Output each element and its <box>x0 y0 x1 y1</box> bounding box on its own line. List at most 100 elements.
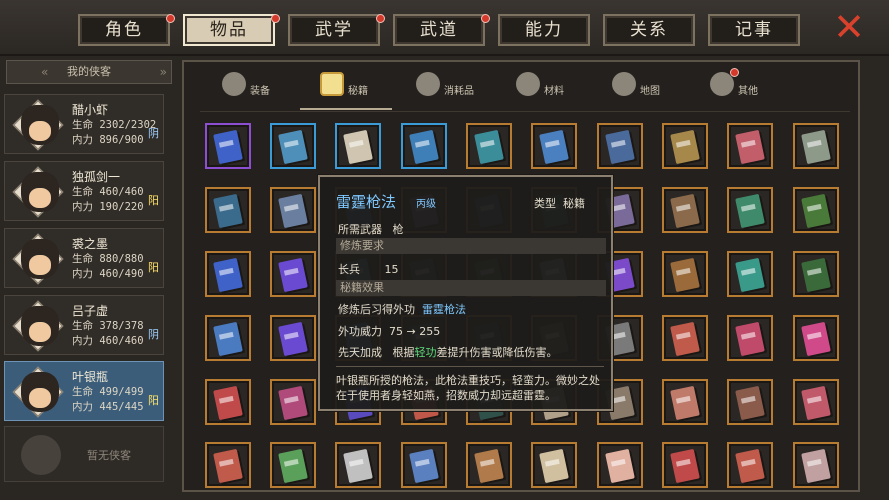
tab-martial-arts[interactable]: 武学 <box>288 14 385 46</box>
manual-book-icon <box>605 448 635 484</box>
hero-affinity: 阳 <box>148 394 159 407</box>
inventory-slot[interactable] <box>793 187 839 233</box>
manual-book-icon <box>213 448 243 484</box>
avatar <box>21 105 59 145</box>
manual-book-icon <box>213 193 243 229</box>
hero-mp: 内力 445/445 <box>72 401 144 413</box>
type-value: 秘籍 <box>563 197 585 210</box>
hero-affinity: 阳 <box>148 261 159 274</box>
tooltip-type: 类型 秘籍 <box>534 195 585 211</box>
inventory-slot[interactable] <box>793 251 839 297</box>
weapon-row: 所需武器 枪 <box>338 221 404 237</box>
inventory-slot[interactable] <box>205 442 251 488</box>
power-value: 75 → 255 <box>389 325 441 338</box>
empty-hero-slot: 暂无侠客 <box>4 426 164 482</box>
manual-book-icon <box>801 193 831 229</box>
tab-journal[interactable]: 记事 <box>708 14 800 46</box>
hero-card-selected[interactable]: 叶银瓶 生命 499/499 内力 445/445 阳 <box>4 361 164 421</box>
inventory-slot[interactable] <box>597 442 643 488</box>
type-label: 类型 <box>534 197 556 210</box>
subtab-label: 消耗品 <box>444 86 474 97</box>
inventory-slot[interactable] <box>531 123 577 169</box>
manual-book-icon <box>670 257 700 293</box>
inventory-slot[interactable] <box>270 187 316 233</box>
manual-book-icon <box>801 321 831 357</box>
hero-card[interactable]: 独孤剑一 生命 460/460 内力 190/220 阳 <box>4 161 164 221</box>
inventory-slot[interactable] <box>727 251 773 297</box>
manual-book-icon <box>670 129 700 165</box>
inventory-slot[interactable] <box>727 379 773 425</box>
inventory-slot[interactable] <box>335 123 381 169</box>
inventory-slot[interactable] <box>531 442 577 488</box>
inventory-slot[interactable] <box>727 442 773 488</box>
weapon-value: 枪 <box>392 223 404 236</box>
tab-martial-way[interactable]: 武道 <box>393 14 490 46</box>
tab-label: 物品 <box>210 20 248 40</box>
inventory-slot[interactable] <box>793 315 839 361</box>
inventory-slot[interactable] <box>662 315 708 361</box>
tooltip-rank: 丙级 <box>416 199 436 210</box>
tab-label: 能力 <box>525 20 563 40</box>
hero-card[interactable]: 裘之墨 生命 880/880 内力 460/490 阳 <box>4 228 164 288</box>
inventory-slot[interactable] <box>205 187 251 233</box>
hero-hp: 生命 378/378 <box>72 320 144 332</box>
inventory-slot[interactable] <box>270 315 316 361</box>
empty-avatar-icon <box>21 435 61 475</box>
inventory-slot[interactable] <box>662 123 708 169</box>
inventory-slot[interactable] <box>205 123 251 169</box>
inventory-slot[interactable] <box>662 187 708 233</box>
inventory-slot[interactable] <box>270 442 316 488</box>
notification-badge <box>166 14 175 23</box>
inventory-slot[interactable] <box>597 123 643 169</box>
inventory-slot[interactable] <box>793 123 839 169</box>
tab-ability[interactable]: 能力 <box>498 14 590 46</box>
material-icon <box>516 72 540 96</box>
close-x-icon[interactable]: ✕ <box>830 8 868 46</box>
learn-row: 修炼后习得外功 雷霆枪法 <box>338 301 466 317</box>
inventory-slot[interactable] <box>335 442 381 488</box>
tab-relations[interactable]: 关系 <box>603 14 695 46</box>
inventory-slot[interactable] <box>270 379 316 425</box>
inventory-slot[interactable] <box>401 442 447 488</box>
map-icon <box>612 72 636 96</box>
inventory-slot[interactable] <box>270 251 316 297</box>
req-stat: 长兵 <box>338 263 360 276</box>
inventory-slot[interactable] <box>662 379 708 425</box>
manual-book-icon <box>539 448 569 484</box>
inventory-slot[interactable] <box>727 315 773 361</box>
inventory-slot[interactable] <box>727 123 773 169</box>
manual-book-icon <box>278 448 308 484</box>
inventory-slot[interactable] <box>401 123 447 169</box>
hero-card[interactable]: 吕子虚 生命 378/378 内力 460/460 阴 <box>4 295 164 355</box>
hero-hp: 生命 499/499 <box>72 386 144 398</box>
bonus-row: 先天加成 根据轻功差提升伤害或降低伤害。 <box>338 344 558 360</box>
inventory-slot[interactable] <box>662 442 708 488</box>
inventory-slot[interactable] <box>205 379 251 425</box>
tooltip-title: 雷霆枪法 <box>336 193 397 211</box>
inventory-slot[interactable] <box>793 442 839 488</box>
manual-book-icon <box>343 129 373 165</box>
requirements-header: 修炼要求 <box>336 238 606 254</box>
hero-card[interactable]: 醋小虾 生命 2302/2302 内力 896/900 阴 <box>4 94 164 154</box>
inventory-slot[interactable] <box>270 123 316 169</box>
inventory-slot[interactable] <box>662 251 708 297</box>
inventory-slot[interactable] <box>205 251 251 297</box>
inventory-slot[interactable] <box>466 123 512 169</box>
learn-label: 修炼后习得外功 <box>338 303 415 316</box>
manual-book-icon <box>670 448 700 484</box>
tooltip-separator <box>336 366 604 367</box>
inventory-slot[interactable] <box>205 315 251 361</box>
effects-header: 秘籍效果 <box>336 280 606 296</box>
manual-book-icon <box>278 257 308 293</box>
manual-book-icon <box>670 193 700 229</box>
tab-items[interactable]: 物品 <box>183 14 280 46</box>
arrow-left-icon[interactable]: « <box>41 61 48 83</box>
inventory-slot[interactable] <box>466 442 512 488</box>
tab-character[interactable]: 角色 <box>78 14 175 46</box>
subtab-label: 材料 <box>544 86 564 97</box>
manual-book-icon <box>409 448 439 484</box>
arrow-right-icon[interactable]: » <box>160 61 167 83</box>
inventory-slot[interactable] <box>793 379 839 425</box>
inventory-slot[interactable] <box>727 187 773 233</box>
manual-book-icon <box>735 385 765 421</box>
